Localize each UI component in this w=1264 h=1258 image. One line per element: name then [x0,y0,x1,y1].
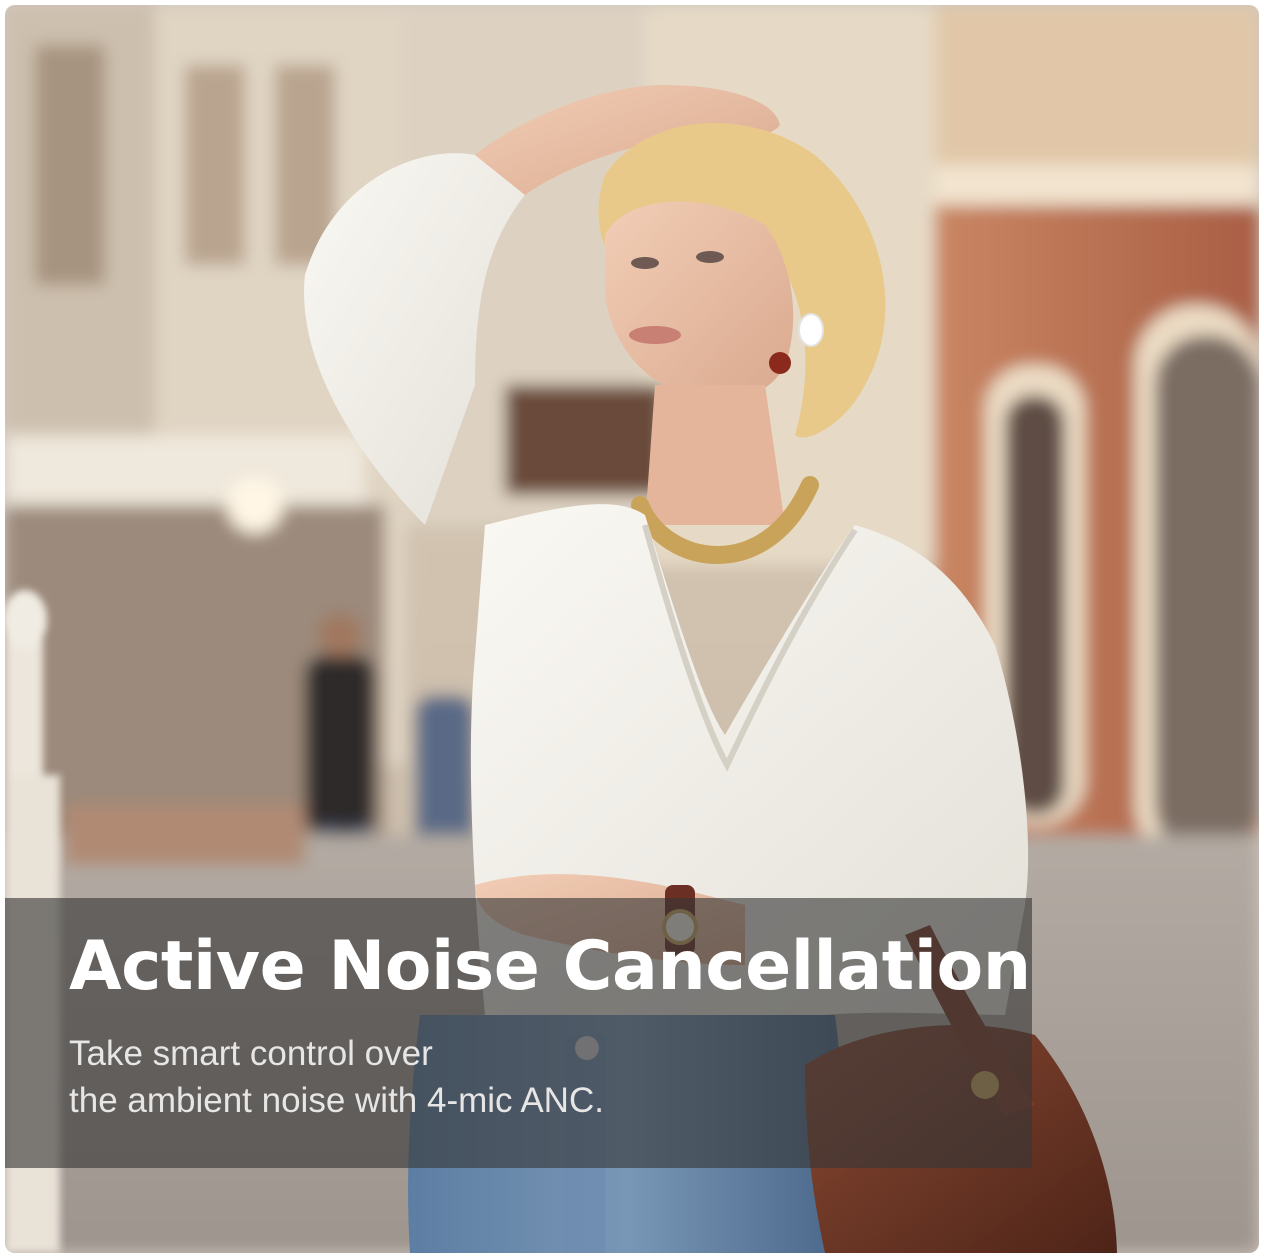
feature-headline: Active Noise Cancellation [69,927,1031,1006]
feature-subtitle-line-2: the ambient noise with 4-mic ANC. [69,1081,604,1120]
feature-subtitle-line-1: Take smart control over [69,1034,433,1073]
product-image-frame: Active Noise Cancellation Take smart con… [5,5,1259,1253]
